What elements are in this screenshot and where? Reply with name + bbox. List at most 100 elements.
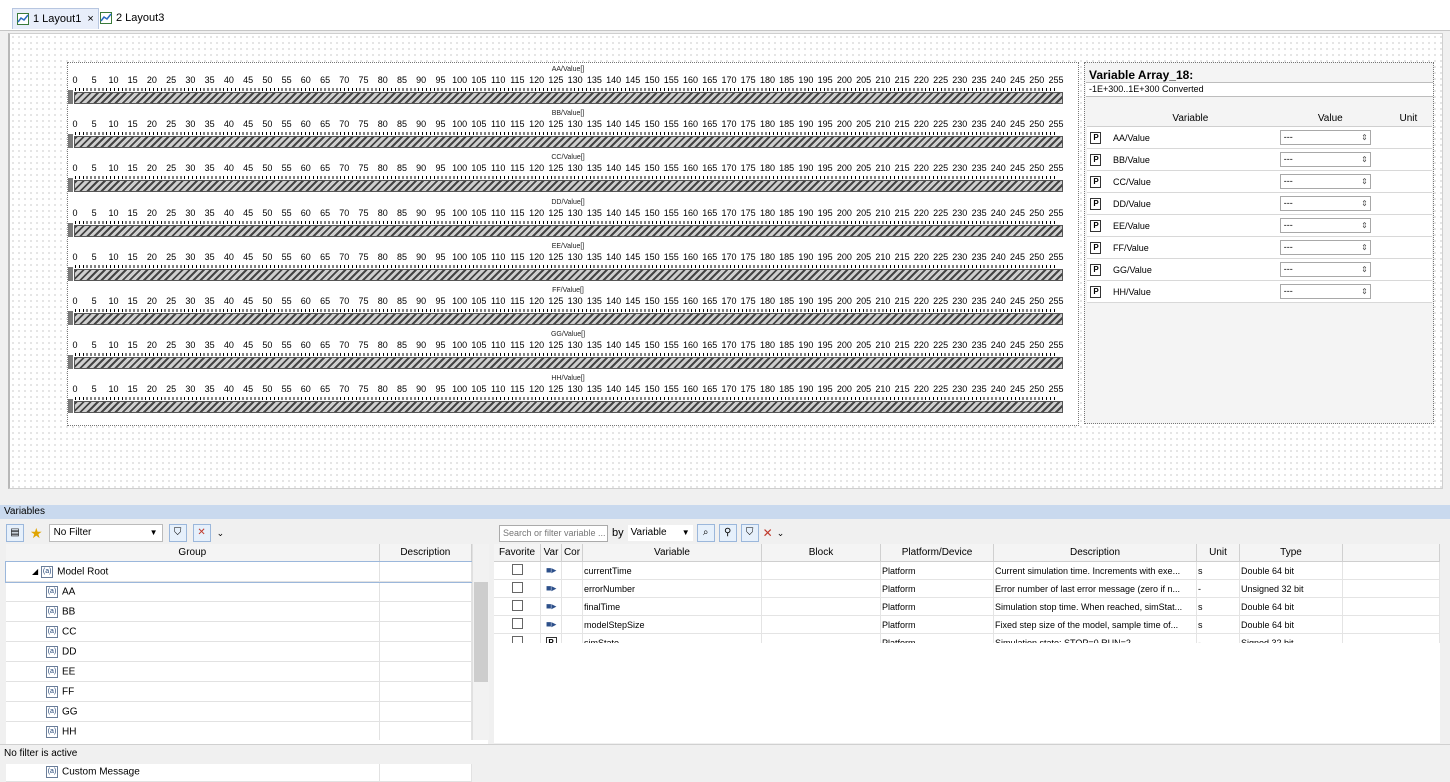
- filter-icon[interactable]: ⛉: [168, 524, 187, 542]
- layout-canvas[interactable]: AA/Value[] 0 5 10 15 20 25 30 35 40 45 50 55 60 65 70 75…: [8, 33, 1443, 489]
- variable-row[interactable]: ■▸ errorNumber Platform Error number of las…: [494, 579, 1440, 598]
- group-row[interactable]: (a) EE: [6, 661, 473, 682]
- array-row[interactable]: P FF/Value --- ⇕: [1087, 236, 1432, 259]
- tick-label: 135: [586, 251, 602, 262]
- col-type[interactable]: Type: [1239, 544, 1343, 562]
- gauge-row[interactable]: DD/Value[] 0 5 10 15 20 25 30 35 40 45 50 55 60 65 70 75…: [68, 198, 1078, 242]
- gauge-row[interactable]: AA/Value[] 0 5 10 15 20 25 30 35 40 45 50 55 60 65 70 75…: [68, 65, 1078, 109]
- spinner-icon[interactable]: ⇕: [1361, 175, 1368, 188]
- favorite-checkbox[interactable]: [511, 600, 523, 611]
- tick-label: 95: [435, 207, 446, 218]
- tick-label: 50: [262, 75, 273, 85]
- gauge-row[interactable]: CC/Value[] 0 5 10 15 20 25 30 35 40 45 50 55 60 65 70 75…: [68, 153, 1078, 197]
- col-variable[interactable]: Variable: [582, 544, 762, 562]
- variable-row[interactable]: ■▸ finalTime Platform Simulation stop time.…: [494, 597, 1440, 616]
- toolbar-overflow-icon[interactable]: ⌄: [777, 528, 785, 539]
- toolbar-overflow-icon[interactable]: ⌄: [217, 528, 225, 539]
- filter-select[interactable]: No Filter ▼: [48, 524, 163, 542]
- clear-filter-icon[interactable]: ✕: [763, 526, 773, 540]
- gauge-row[interactable]: GG/Value[] 0 5 10 15 20 25 30 35 40 45 50 55 60 65 70 75…: [68, 330, 1078, 374]
- gauge-array-instrument[interactable]: AA/Value[] 0 5 10 15 20 25 30 35 40 45 50 55 60 65 70 75…: [67, 62, 1079, 426]
- spinner-icon[interactable]: ⇕: [1361, 131, 1368, 144]
- array-row[interactable]: P BB/Value --- ⇕: [1087, 148, 1432, 171]
- search-icon[interactable]: ⌕: [696, 524, 715, 542]
- gauge-bar-end: [68, 266, 73, 281]
- tick-label: 105: [471, 119, 487, 130]
- group-row[interactable]: (a) AA: [6, 581, 473, 602]
- close-icon[interactable]: ×: [87, 13, 93, 25]
- array-row[interactable]: P EE/Value --- ⇕: [1087, 214, 1432, 237]
- variable-block: [761, 597, 881, 616]
- group-row[interactable]: (a) BB: [6, 601, 473, 622]
- group-scrollbar-thumb[interactable]: [474, 582, 488, 682]
- tick-label: 90: [416, 296, 427, 306]
- group-row[interactable]: (a) Custom Message: [6, 761, 473, 782]
- array-row[interactable]: P HH/Value --- ⇕: [1087, 280, 1432, 303]
- variable-search-input[interactable]: Search or filter variable ...: [499, 524, 608, 542]
- array-row[interactable]: P GG/Value --- ⇕: [1087, 258, 1432, 281]
- search-options-icon[interactable]: ⚲: [718, 524, 737, 542]
- tab-layout3[interactable]: 2 Layout3: [96, 8, 168, 28]
- array-row[interactable]: P CC/Value --- ⇕: [1087, 170, 1432, 193]
- tick-label: 110: [491, 163, 506, 174]
- expand-triangle-icon[interactable]: ◢: [32, 567, 38, 576]
- spinner-icon[interactable]: ⇕: [1361, 285, 1368, 298]
- gauge-row[interactable]: FF/Value[] 0 5 10 15 20 25 30 35 40 45 50 55 60 65 70 75…: [68, 286, 1078, 330]
- variable-array-instrument[interactable]: Variable Array_18: -1E+300..1E+300 Conve…: [1084, 62, 1434, 424]
- tab-layout1[interactable]: 1 Layout1 ×: [12, 8, 99, 29]
- value-input[interactable]: --- ⇕: [1279, 240, 1371, 255]
- tick-label: 65: [320, 207, 331, 218]
- variable-row[interactable]: ■▸ currentTime Platform Current simulation …: [494, 561, 1440, 580]
- col-unit[interactable]: Unit: [1196, 544, 1240, 562]
- favorite-checkbox[interactable]: [511, 582, 523, 593]
- gauge-title: GG/Value[]: [550, 331, 586, 339]
- group-scrollbar[interactable]: [472, 544, 489, 742]
- tick-label: 175: [740, 163, 756, 174]
- gauge-row[interactable]: BB/Value[] 0 5 10 15 20 25 30 35 40 45 50 55 60 65 70 75…: [68, 109, 1078, 153]
- spinner-icon[interactable]: ⇕: [1361, 153, 1368, 166]
- col-cor[interactable]: Cor: [561, 544, 583, 562]
- clear-filter-icon[interactable]: ✕: [192, 524, 211, 542]
- filter-icon[interactable]: ⛉: [740, 524, 759, 542]
- group-row[interactable]: (a) GG: [6, 701, 473, 722]
- tick-label: 85: [396, 75, 408, 85]
- search-by-select[interactable]: Variable ▼: [627, 525, 693, 541]
- spinner-icon[interactable]: ⇕: [1361, 263, 1368, 276]
- spinner-icon[interactable]: ⇕: [1361, 219, 1368, 232]
- array-variable: EE/Value: [1104, 214, 1276, 237]
- spinner-icon[interactable]: ⇕: [1361, 241, 1368, 254]
- col-platform[interactable]: Platform/Device: [880, 544, 994, 562]
- spinner-icon[interactable]: ⇕: [1361, 197, 1368, 210]
- gauge-bar: [74, 268, 1063, 281]
- signal-icon: ■▸: [546, 601, 556, 611]
- favorite-checkbox[interactable]: [511, 618, 523, 629]
- group-view-icon[interactable]: ▤: [6, 524, 24, 542]
- gauge-row[interactable]: EE/Value[] 0 5 10 15 20 25 30 35 40 45 50 55 60 65 70 75…: [68, 242, 1078, 286]
- tick-label: 195: [817, 207, 833, 218]
- value-input[interactable]: --- ⇕: [1279, 174, 1371, 189]
- group-row[interactable]: (a) DD: [6, 641, 473, 662]
- value-input[interactable]: --- ⇕: [1279, 152, 1371, 167]
- favorite-checkbox[interactable]: [511, 564, 523, 575]
- col-var[interactable]: Var: [540, 544, 562, 562]
- group-row[interactable]: (a) HH: [6, 721, 473, 742]
- col-description[interactable]: Description: [993, 544, 1197, 562]
- gauge-row[interactable]: HH/Value[] 0 5 10 15 20 25 30 35 40 45 50 55 60 65 70 75…: [68, 374, 1078, 418]
- group-row[interactable]: ◢ (a) Model Root: [5, 560, 473, 583]
- value-input[interactable]: --- ⇕: [1279, 196, 1371, 211]
- group-row[interactable]: (a) FF: [6, 681, 473, 702]
- array-row[interactable]: P DD/Value --- ⇕: [1087, 192, 1432, 215]
- gauge-scale: 0 5 10 15 20 25 30 35 40 45 50 55 60 65 70 75 80 85 90 95 10…: [68, 75, 1066, 89]
- col-block[interactable]: Block: [761, 544, 881, 562]
- tick-label: 230: [952, 384, 968, 395]
- value-input[interactable]: --- ⇕: [1279, 262, 1371, 277]
- value-input[interactable]: --- ⇕: [1279, 284, 1371, 299]
- tick-label: 10: [108, 163, 119, 174]
- group-row[interactable]: (a) CC: [6, 621, 473, 642]
- value-input[interactable]: --- ⇕: [1279, 218, 1371, 233]
- variable-row[interactable]: ■▸ modelStepSize Platform Fixed step size o…: [494, 615, 1440, 634]
- favorites-star-icon[interactable]: ★: [30, 525, 43, 542]
- col-favorite[interactable]: Favorite: [494, 544, 541, 562]
- value-input[interactable]: --- ⇕: [1279, 130, 1371, 145]
- array-row[interactable]: P AA/Value --- ⇕: [1087, 126, 1432, 149]
